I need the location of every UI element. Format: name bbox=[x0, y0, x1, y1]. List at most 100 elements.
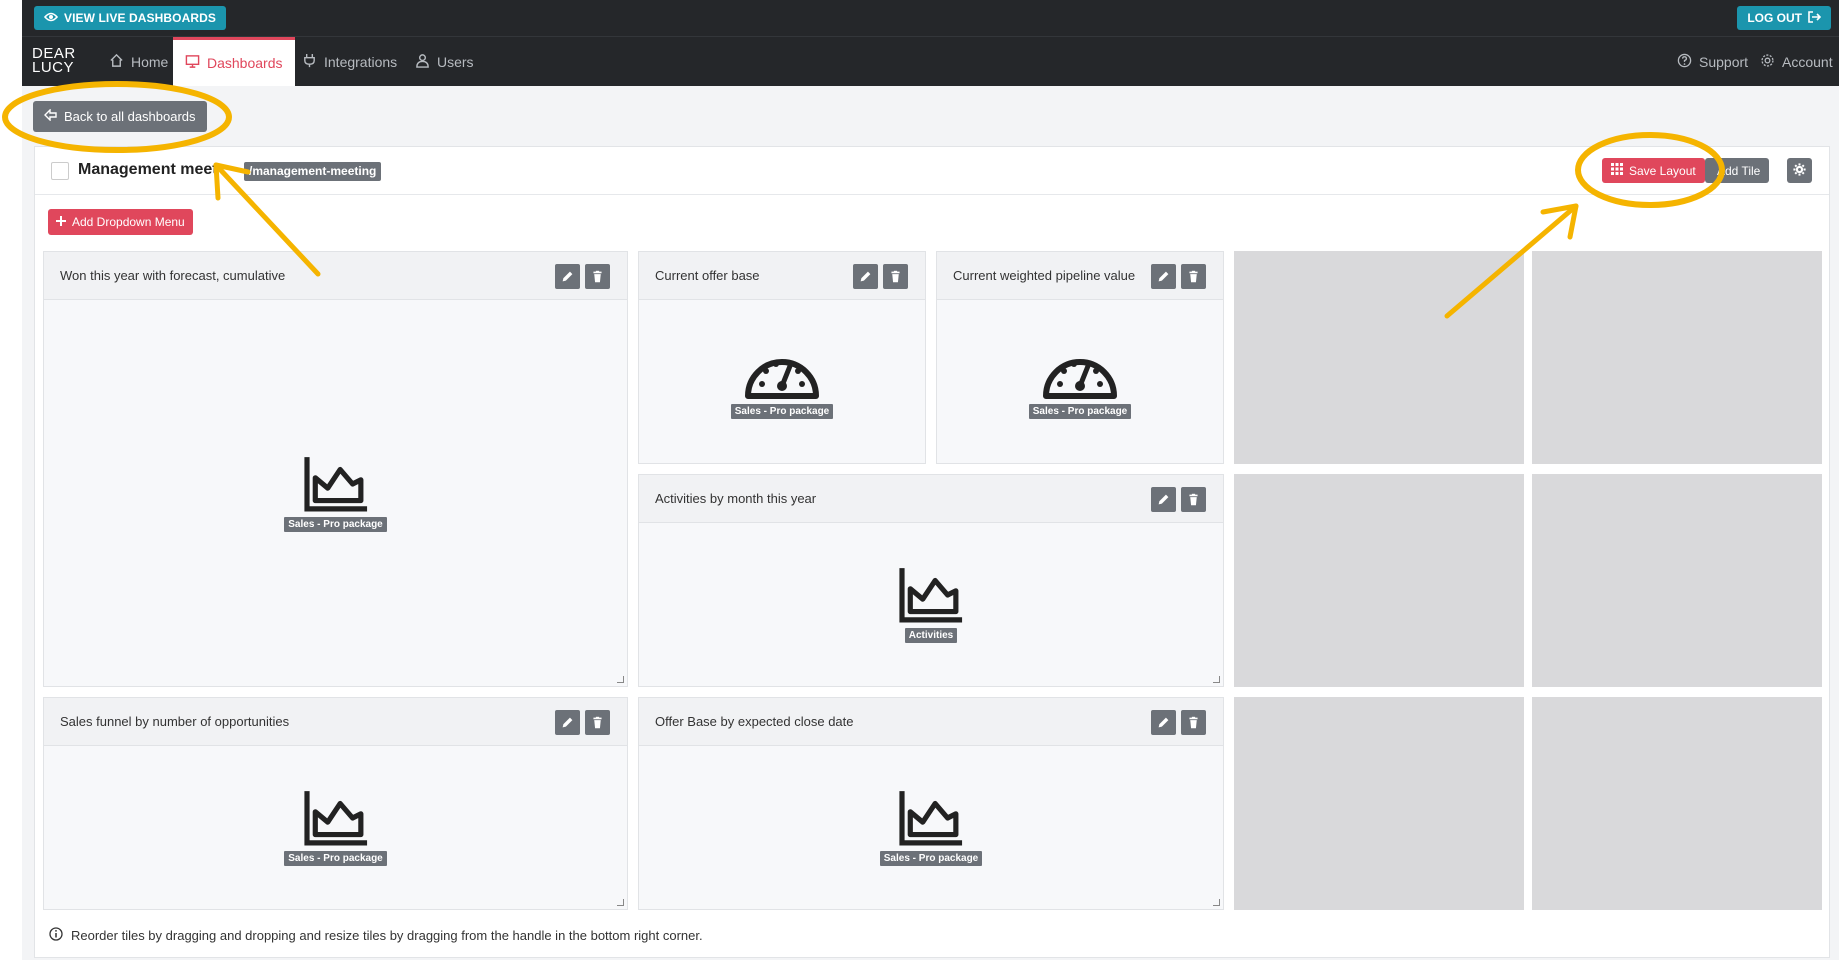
dashboard-title[interactable]: Management meet bbox=[78, 161, 218, 179]
save-layout-button[interactable]: Save Layout bbox=[1602, 158, 1705, 183]
tile-source-tag: Sales - Pro package bbox=[879, 851, 983, 866]
help-text: Reorder tiles by dragging and dropping a… bbox=[71, 928, 703, 943]
nav-account-label: Account bbox=[1782, 53, 1833, 70]
user-icon bbox=[415, 53, 430, 71]
pencil-icon bbox=[1157, 493, 1170, 506]
tile-title: Activities by month this year bbox=[655, 491, 817, 506]
dashboard-select-checkbox[interactable] bbox=[51, 162, 69, 180]
delete-tile-button[interactable] bbox=[1181, 710, 1206, 735]
pencil-icon bbox=[561, 270, 574, 283]
area-chart-icon bbox=[301, 455, 371, 513]
nav-account[interactable]: Account bbox=[1748, 37, 1839, 86]
edit-tile-button[interactable] bbox=[555, 710, 580, 735]
tile-title: Current weighted pipeline value bbox=[953, 268, 1136, 283]
nav-home-label: Home bbox=[131, 53, 169, 70]
trash-icon bbox=[591, 716, 604, 729]
plug-icon bbox=[302, 53, 317, 71]
trash-icon bbox=[889, 270, 902, 283]
tile-source-tag: Sales - Pro package bbox=[284, 516, 387, 532]
tile-header: Current weighted pipeline value bbox=[937, 252, 1223, 300]
dashboard-tile[interactable]: Current weighted pipeline value Sales - … bbox=[936, 251, 1224, 464]
top-bar: VIEW LIVE DASHBOARDS LOG OUT bbox=[22, 0, 1839, 37]
back-arrow-icon bbox=[44, 108, 57, 124]
nav-integrations[interactable]: Integrations bbox=[290, 37, 409, 86]
dear-lucy-logo[interactable]: DEAR LUCY bbox=[32, 46, 76, 76]
tile-body: Sales - Pro package bbox=[937, 300, 1223, 463]
tile-source-tag: Sales - Pro package bbox=[284, 851, 387, 866]
add-dropdown-menu-button[interactable]: Add Dropdown Menu bbox=[48, 209, 193, 235]
tile-header: Sales funnel by number of opportunities bbox=[44, 698, 627, 746]
info-icon bbox=[49, 927, 63, 944]
logout-label: LOG OUT bbox=[1747, 11, 1802, 25]
logo-line-2: LUCY bbox=[32, 59, 75, 76]
resize-handle[interactable] bbox=[1213, 676, 1220, 683]
dashboard-settings-button[interactable] bbox=[1787, 158, 1812, 183]
resize-handle[interactable] bbox=[617, 676, 624, 683]
tile-title: Won this year with forecast, cumulative bbox=[60, 268, 286, 283]
tile-title: Sales funnel by number of opportunities bbox=[60, 714, 290, 729]
nav-integrations-label: Integrations bbox=[324, 53, 398, 70]
tile-title: Offer Base by expected close date bbox=[655, 714, 854, 729]
nav-users-label: Users bbox=[437, 53, 474, 70]
delete-tile-button[interactable] bbox=[585, 710, 610, 735]
home-icon bbox=[109, 53, 124, 71]
empty-grid-slot bbox=[1234, 697, 1524, 910]
pencil-icon bbox=[859, 270, 872, 283]
main-navbar: DEAR LUCY Home Dashboards Integrations U… bbox=[22, 37, 1839, 86]
edit-tile-button[interactable] bbox=[1151, 264, 1176, 289]
save-layout-label: Save Layout bbox=[1629, 163, 1696, 178]
eye-icon bbox=[43, 11, 59, 26]
back-to-dashboards-button[interactable]: Back to all dashboards bbox=[33, 101, 207, 132]
area-chart-icon bbox=[301, 789, 371, 847]
empty-grid-slot bbox=[1234, 474, 1524, 687]
tile-header: Current offer base bbox=[639, 252, 925, 300]
resize-handle[interactable] bbox=[617, 899, 624, 906]
empty-grid-slot bbox=[1532, 474, 1822, 687]
dashboard-slug-badge: /management-meeting bbox=[244, 162, 382, 181]
nav-dashboards[interactable]: Dashboards bbox=[173, 37, 295, 86]
delete-tile-button[interactable] bbox=[1181, 487, 1206, 512]
nav-support[interactable]: Support bbox=[1665, 37, 1760, 86]
gauge-icon bbox=[1040, 344, 1120, 400]
delete-tile-button[interactable] bbox=[1181, 264, 1206, 289]
empty-grid-slot bbox=[1234, 251, 1524, 464]
nav-support-label: Support bbox=[1699, 53, 1749, 70]
tile-body: Activities bbox=[639, 523, 1223, 686]
dashboard-tile[interactable]: Offer Base by expected close date Sales … bbox=[638, 697, 1224, 910]
dashboard-tile[interactable]: Sales funnel by number of opportunities … bbox=[43, 697, 628, 910]
add-tile-button[interactable]: Add Tile bbox=[1705, 158, 1770, 183]
trash-icon bbox=[1187, 270, 1200, 283]
dashboard-header: Management meet /management-meeting Save… bbox=[35, 147, 1829, 195]
delete-tile-button[interactable] bbox=[883, 264, 908, 289]
tile-header: Activities by month this year bbox=[639, 475, 1223, 523]
logout-button[interactable]: LOG OUT bbox=[1737, 6, 1831, 30]
edit-tile-button[interactable] bbox=[1151, 710, 1176, 735]
area-chart-icon bbox=[896, 566, 966, 624]
back-to-dashboards-label: Back to all dashboards bbox=[64, 109, 196, 124]
tile-header: Offer Base by expected close date bbox=[639, 698, 1223, 746]
empty-grid-slot bbox=[1532, 251, 1822, 464]
nav-users[interactable]: Users bbox=[403, 37, 486, 86]
pencil-icon bbox=[1157, 270, 1170, 283]
nav-dashboards-label: Dashboards bbox=[207, 55, 283, 71]
gear-icon bbox=[1793, 162, 1806, 179]
empty-grid-slot bbox=[1532, 697, 1822, 910]
edit-tile-button[interactable] bbox=[555, 264, 580, 289]
edit-tile-button[interactable] bbox=[1151, 487, 1176, 512]
dashboard-tile[interactable]: Activities by month this year Activities bbox=[638, 474, 1224, 687]
area-chart-icon bbox=[896, 789, 966, 847]
nav-home[interactable]: Home bbox=[97, 37, 180, 86]
left-gutter bbox=[0, 0, 22, 960]
resize-handle[interactable] bbox=[1213, 899, 1220, 906]
delete-tile-button[interactable] bbox=[585, 264, 610, 289]
dashboard-tile[interactable]: Won this year with forecast, cumulative … bbox=[43, 251, 628, 687]
dashboard-tile[interactable]: Current offer base Sales - Pro package bbox=[638, 251, 926, 464]
edit-tile-button[interactable] bbox=[853, 264, 878, 289]
trash-icon bbox=[1187, 716, 1200, 729]
tile-source-tag: Sales - Pro package bbox=[1028, 404, 1132, 419]
help-note: Reorder tiles by dragging and dropping a… bbox=[49, 927, 703, 944]
logout-icon bbox=[1808, 10, 1822, 26]
add-tile-label: Add Tile bbox=[1717, 163, 1761, 178]
tile-body: Sales - Pro package bbox=[639, 300, 925, 463]
view-live-dashboards-button[interactable]: VIEW LIVE DASHBOARDS bbox=[34, 6, 227, 30]
